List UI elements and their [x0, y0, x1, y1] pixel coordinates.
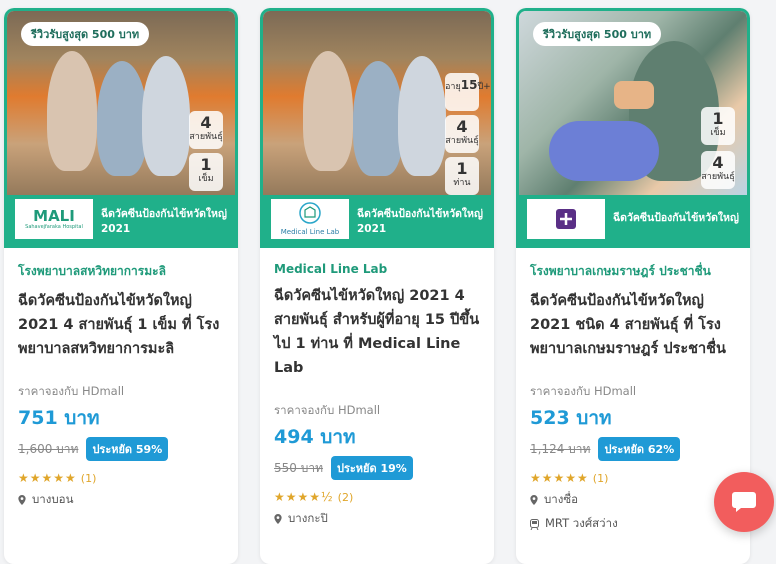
banner-strip: MALI Sahavejfaraka Hospital ฉีดวัคซีนป้อ… — [7, 195, 235, 245]
dose-pill: 1 เข็ม — [189, 153, 223, 191]
strain-pill: 4 สายพันธุ์ — [189, 111, 223, 149]
price: 494 บาท — [274, 426, 356, 448]
chat-bubble-icon — [732, 492, 756, 512]
price-label: ราคาจองกับ HDmall — [18, 384, 125, 398]
dose-pill: 1 เข็ม — [701, 107, 735, 145]
discount-badge: ประหยัด 19% — [330, 456, 413, 480]
product-image[interactable]: อายุ15ปี+ 4 สายพันธุ์ 1 ท่าน Medical Line … — [260, 8, 494, 248]
banner-strip: ฉีดวัคซีนป้องกันไข้หวัดใหญ่ — [519, 195, 747, 245]
banner-text: ฉีดวัคซีนป้องกันไข้หวัดใหญ่ 2021 — [101, 208, 227, 235]
original-price: 1,600 บาท — [18, 441, 79, 456]
price: 751 บาท — [18, 407, 100, 429]
rating: ★★★★★ (1) — [18, 471, 224, 485]
discount-badge: ประหยัด 62% — [598, 437, 681, 461]
product-image[interactable]: รีวิวรับสูงสุด 500 บาท 1 เข็ม 4 สายพันธุ์ … — [516, 8, 750, 248]
product-card[interactable]: รีวิวรับสูงสุด 500 บาท 4 สายพันธุ์ 1 เข็ม … — [4, 8, 238, 564]
location: บางกะปิ — [274, 510, 480, 528]
original-price: 1,124 บาท — [530, 441, 591, 456]
location-pin-icon — [274, 514, 282, 524]
product-card[interactable]: รีวิวรับสูงสุด 500 บาท 1 เข็ม 4 สายพันธุ์ … — [516, 8, 750, 564]
star-icons: ★★★★½ — [274, 490, 334, 504]
age-pill: อายุ15ปี+ — [445, 73, 491, 111]
banner-strip: Medical Line Lab ฉีดวัคซีนป้องกันไข้หวัด… — [263, 195, 491, 245]
location: บางบอน — [18, 491, 224, 509]
price: 523 บาท — [530, 407, 612, 429]
rating: ★★★★½ (2) — [274, 490, 480, 504]
hospital-name[interactable]: โรงพยาบาลเกษมราษฎร์ ประชาชื่น — [530, 262, 736, 281]
strain-pill: 4 สายพันธุ์ — [445, 115, 479, 153]
train-icon — [530, 518, 539, 530]
hospital-logo — [527, 199, 605, 239]
product-card[interactable]: อายุ15ปี+ 4 สายพันธุ์ 1 ท่าน Medical Line … — [260, 8, 494, 564]
review-badge: รีวิวรับสูงสุด 500 บาท — [533, 22, 662, 46]
hospital-name[interactable]: Medical Line Lab — [274, 262, 480, 276]
hospital-logo: MALI Sahavejfaraka Hospital — [15, 199, 93, 239]
person-pill: 1 ท่าน — [445, 157, 479, 195]
medical-line-lab-logo-icon — [299, 201, 321, 224]
rating-count: (1) — [592, 471, 609, 485]
star-icons: ★★★★★ — [530, 471, 589, 485]
banner-text: ฉีดวัคซีนป้องกันไข้หวัดใหญ่ — [613, 212, 739, 224]
original-price: 550 บาท — [274, 460, 323, 475]
location-pin-icon — [18, 495, 26, 505]
location-pin-icon — [530, 495, 538, 505]
price-label: ราคาจองกับ HDmall — [530, 384, 637, 398]
rating-count: (1) — [80, 471, 97, 485]
hospital-name[interactable]: โรงพยาบาลสหวิทยาการมะลิ — [18, 262, 224, 281]
rating-count: (2) — [337, 490, 354, 504]
kasemrad-logo-icon — [556, 209, 576, 229]
discount-badge: ประหยัด 59% — [86, 437, 169, 461]
location: บางซื่อ — [530, 491, 736, 509]
transit: MRT วงศ์สว่าง — [530, 515, 736, 533]
product-title[interactable]: ฉีดวัคซีนป้องกันไข้หวัดใหญ่ 2021 4 สายพั… — [18, 289, 224, 361]
banner-text: ฉีดวัคซีนป้องกันไข้หวัดใหญ่ 2021 — [357, 208, 483, 235]
product-title[interactable]: ฉีดวัคซีนป้องกันไข้หวัดใหญ่ 2021 ชนิด 4 … — [530, 289, 736, 361]
star-icons: ★★★★★ — [18, 471, 77, 485]
clinic-logo: Medical Line Lab — [271, 199, 349, 239]
strain-pill: 4 สายพันธุ์ — [701, 151, 735, 189]
rating: ★★★★★ (1) — [530, 471, 736, 485]
review-badge: รีวิวรับสูงสุด 500 บาท — [21, 22, 150, 46]
chat-button[interactable] — [714, 472, 774, 532]
product-image[interactable]: รีวิวรับสูงสุด 500 บาท 4 สายพันธุ์ 1 เข็ม … — [4, 8, 238, 248]
product-title[interactable]: ฉีดวัคซีนไข้หวัดใหญ่ 2021 4 สายพันธุ์ สำ… — [274, 284, 480, 380]
price-label: ราคาจองกับ HDmall — [274, 403, 381, 417]
